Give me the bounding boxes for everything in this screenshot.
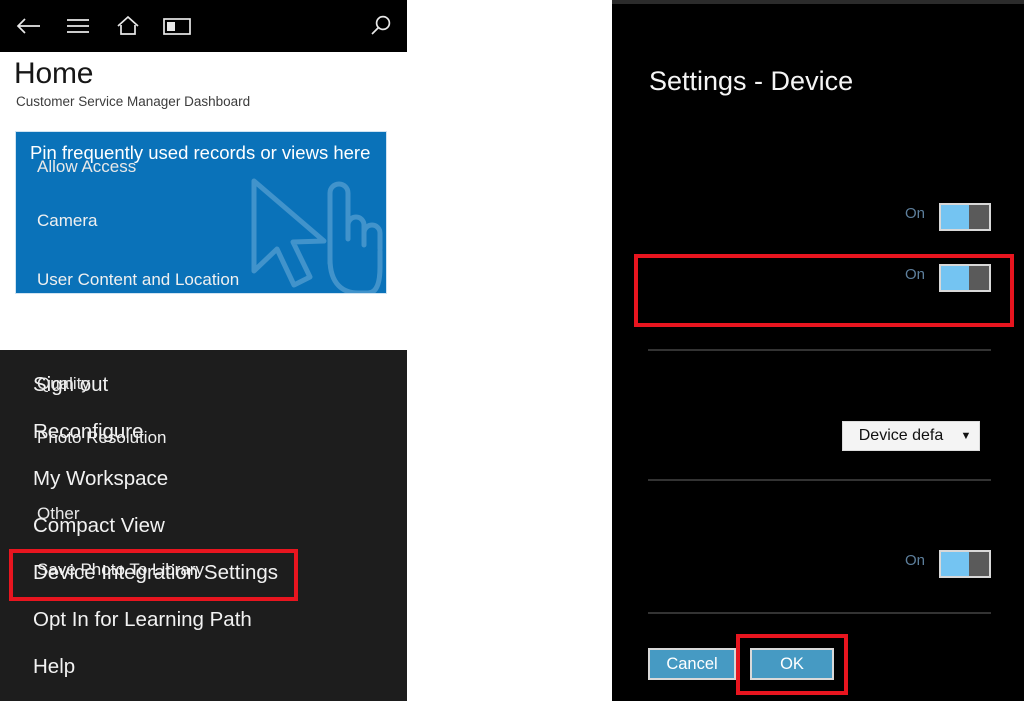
photo-resolution-value: Device defa [858,427,944,444]
divider-quality-other [648,479,991,481]
menu-item-label: My Workspace [33,466,169,490]
setting-label-camera: Camera [37,211,98,230]
toggle-on-track [941,552,969,576]
chevron-down-icon: ▼ [960,430,972,442]
menu-item-opt-in-learning-path[interactable]: Opt In for Learning Path [0,596,407,643]
toggle-off-track [968,205,989,229]
app-header: Home Customer Service Manager Dashboard [0,52,407,120]
app-overflow-menu: Sign out Reconfigure My Workspace Compac… [0,350,407,701]
dialog-title: Settings - Device [649,66,854,96]
ok-button[interactable]: OK [750,648,834,680]
camera-toggle[interactable] [939,203,991,231]
save-photo-toggle-state: On [905,552,926,569]
mobile-app-panel: Home Customer Service Manager Dashboard … [0,0,407,701]
page-subtitle: Customer Service Manager Dashboard [16,94,251,109]
side-panel-icon[interactable] [155,0,199,52]
section-label-other: Other [37,504,80,523]
setting-label-user-content-and-location: User Content and Location [37,270,240,289]
menu-item-my-workspace[interactable]: My Workspace [0,455,407,502]
setting-label-photo-resolution: Photo Resolution [37,428,167,447]
divider-other-actions [648,612,991,614]
menu-item-help[interactable]: Help [0,643,407,690]
section-label-allow-access: Allow Access [37,157,137,176]
photo-resolution-select[interactable]: Device defa ▼ [842,421,980,451]
dialog-top-strip [612,0,1024,4]
toggle-off-track [968,552,989,576]
cancel-button[interactable]: Cancel [648,648,736,680]
app-toolbar [0,0,407,52]
section-label-quality: Quality [37,374,90,393]
setting-label-save-photo-to-library: Save Photo To Library [37,560,204,579]
menu-item-label: Opt In for Learning Path [33,607,252,631]
menu-item-label: Help [33,654,76,678]
hamburger-menu-icon[interactable] [56,0,100,52]
screenshot-root: Home Customer Service Manager Dashboard … [0,0,1024,701]
toggle-on-track [941,266,969,290]
save-photo-toggle[interactable] [939,550,991,578]
page-title: Home [14,57,94,90]
user-content-toggle-state: On [905,266,926,283]
search-icon[interactable] [358,0,402,52]
camera-toggle-state: On [905,205,926,222]
user-content-toggle[interactable] [939,264,991,292]
toggle-on-track [941,205,969,229]
toggle-off-track [968,266,989,290]
divider-allow-access-quality [648,349,991,351]
back-arrow-icon[interactable] [6,0,50,52]
home-icon[interactable] [106,0,150,52]
